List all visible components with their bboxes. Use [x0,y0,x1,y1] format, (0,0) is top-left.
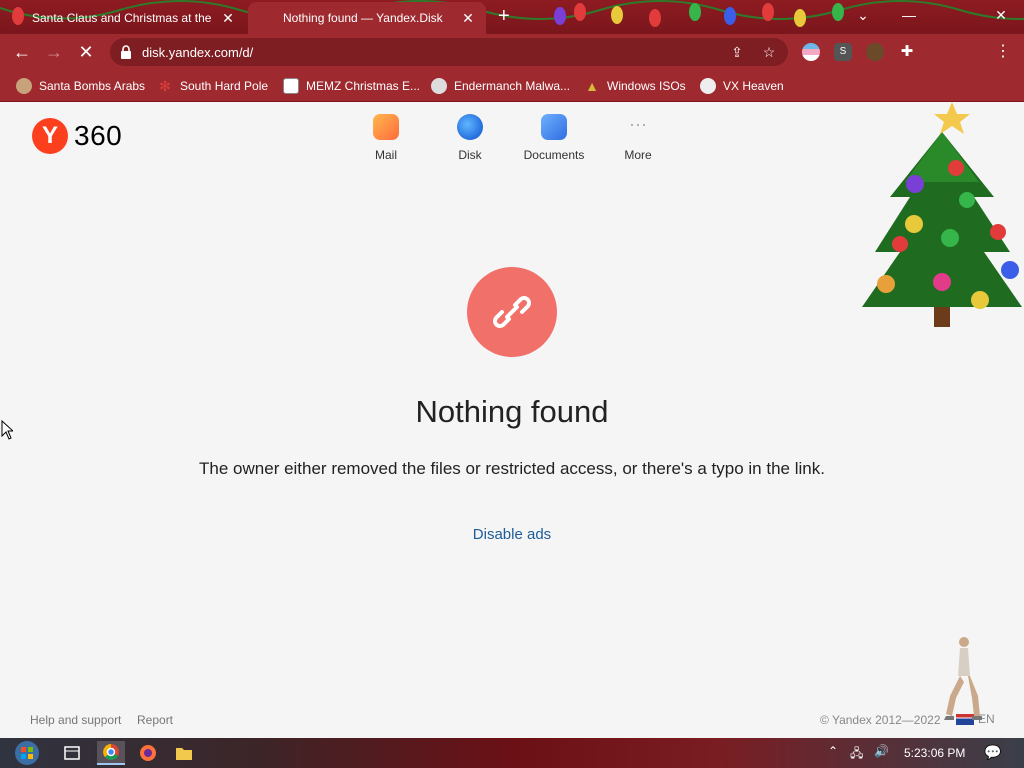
extension-s-icon[interactable]: S [834,43,852,61]
mouse-cursor-icon [1,420,13,440]
yandex-360-logo[interactable]: Y 360 [32,118,122,154]
tab-title: Santa Claus and Christmas at the [32,11,212,25]
notifications-icon[interactable]: 💬 [984,744,1001,761]
stop-icon[interactable]: ✕ [74,40,98,64]
close-window-icon[interactable]: ✕ [978,0,1024,30]
bookmark-star-icon[interactable]: ☆ [760,43,778,61]
back-icon[interactable]: ← [10,40,34,64]
bookmark-label: VX Heaven [723,79,784,93]
volume-icon[interactable]: 🔊 [874,744,889,758]
tree-icon: ▲ [585,78,599,94]
extension-flag-icon[interactable] [802,43,820,61]
page-content: Y 360 Mail Disk Documents ··· More Nothi… [0,102,1024,738]
skull-icon [700,78,716,94]
service-label: Mail [374,148,397,162]
language-label: EN [978,712,995,726]
documents-icon [541,114,567,140]
bookmark-item[interactable]: MEMZ Christmas E... [283,76,420,96]
copyright-text: © Yandex 2012—2022 [820,713,941,727]
tab-inactive[interactable]: Santa Claus and Christmas at the ✕ [0,2,246,34]
service-label: Disk [458,148,482,162]
taskbar-clock[interactable]: 5:23:06 PM [904,746,965,760]
close-tab-icon[interactable]: ✕ [460,10,476,27]
task-view-icon[interactable] [58,741,86,765]
service-documents[interactable]: Documents [518,114,590,162]
tab-strip: Santa Claus and Christmas at the ✕ Nothi… [0,0,1024,34]
menu-icon[interactable]: ⋮ [994,43,1012,61]
new-tab-icon[interactable]: + [498,6,510,26]
santa-icon [16,78,32,94]
yandex-y-icon: Y [32,118,68,154]
page-title: Nothing found [415,394,609,429]
snowflake-icon: ✻ [159,78,171,94]
file-explorer-taskbar-icon[interactable] [170,741,198,765]
tab-active[interactable]: Nothing found — Yandex.Disk ✕ [248,2,486,34]
service-mail[interactable]: Mail [350,114,422,162]
language-switcher[interactable]: EN [956,712,995,726]
error-description: The owner either removed the files or re… [199,459,825,478]
service-more[interactable]: ··· More [602,114,674,162]
report-link[interactable]: Report [137,713,173,727]
broken-link-badge [467,267,557,357]
tray-expand-icon[interactable]: ⌃ [828,744,838,758]
bookmark-item[interactable]: VX Heaven [700,76,784,96]
broken-link-icon [493,296,531,328]
extension-avatar-icon[interactable] [866,43,884,61]
page-icon [283,78,299,94]
logo-text: 360 [74,120,123,151]
bookmark-label: Endermanch Malwa... [454,79,571,93]
disk-icon [457,114,483,140]
service-disk[interactable]: Disk [434,114,506,162]
address-bar[interactable]: disk.yandex.com/d/ ⇪ ☆ [110,38,788,66]
tab-search-icon[interactable]: ⌄ [840,0,886,30]
disable-ads-link[interactable]: Disable ads [0,526,1024,543]
browser-toolbar: ← → ✕ disk.yandex.com/d/ ⇪ ☆ S ✚ ⋮ [0,34,1024,70]
share-icon[interactable]: ⇪ [728,43,746,61]
bookmark-item[interactable]: ▲ Windows ISOs [584,76,686,96]
firefox-taskbar-icon[interactable] [134,741,162,765]
bookmarks-bar: Santa Bombs Arabs ✻ South Hard Pole MEMZ… [0,70,1024,102]
close-tab-icon[interactable]: ✕ [220,10,236,27]
bookmark-label: MEMZ Christmas E... [306,79,421,93]
windows-taskbar: ⌃ 🖧 🔊 5:23:06 PM 💬 [0,738,1024,768]
bookmark-item[interactable]: Endermanch Malwa... [431,76,570,96]
start-button[interactable] [10,741,44,765]
url-text: disk.yandex.com/d/ [142,45,254,60]
network-icon[interactable]: 🖧 [850,744,863,765]
service-label: More [624,148,652,162]
mail-icon [373,114,399,140]
uk-flag-icon [956,713,974,725]
chrome-taskbar-icon[interactable] [97,741,125,765]
bookmark-item[interactable]: Santa Bombs Arabs [16,76,145,96]
more-icon: ··· [629,114,647,134]
minimize-icon[interactable]: — [886,0,932,30]
bookmark-item[interactable]: ✻ South Hard Pole [157,76,268,96]
lock-icon [121,45,131,59]
forward-icon[interactable]: → [42,40,66,64]
bookmark-label: South Hard Pole [180,79,269,93]
extensions-puzzle-icon[interactable]: ✚ [898,43,916,61]
bookmark-label: Windows ISOs [607,79,686,93]
help-support-link[interactable]: Help and support [30,713,121,727]
christmas-tree-decoration [862,102,1022,327]
tab-title: Nothing found — Yandex.Disk [283,11,443,25]
windows-logo-icon [15,741,39,765]
bookmark-label: Santa Bombs Arabs [39,79,146,93]
raccoon-icon [431,78,447,94]
service-label: Documents [523,148,585,162]
